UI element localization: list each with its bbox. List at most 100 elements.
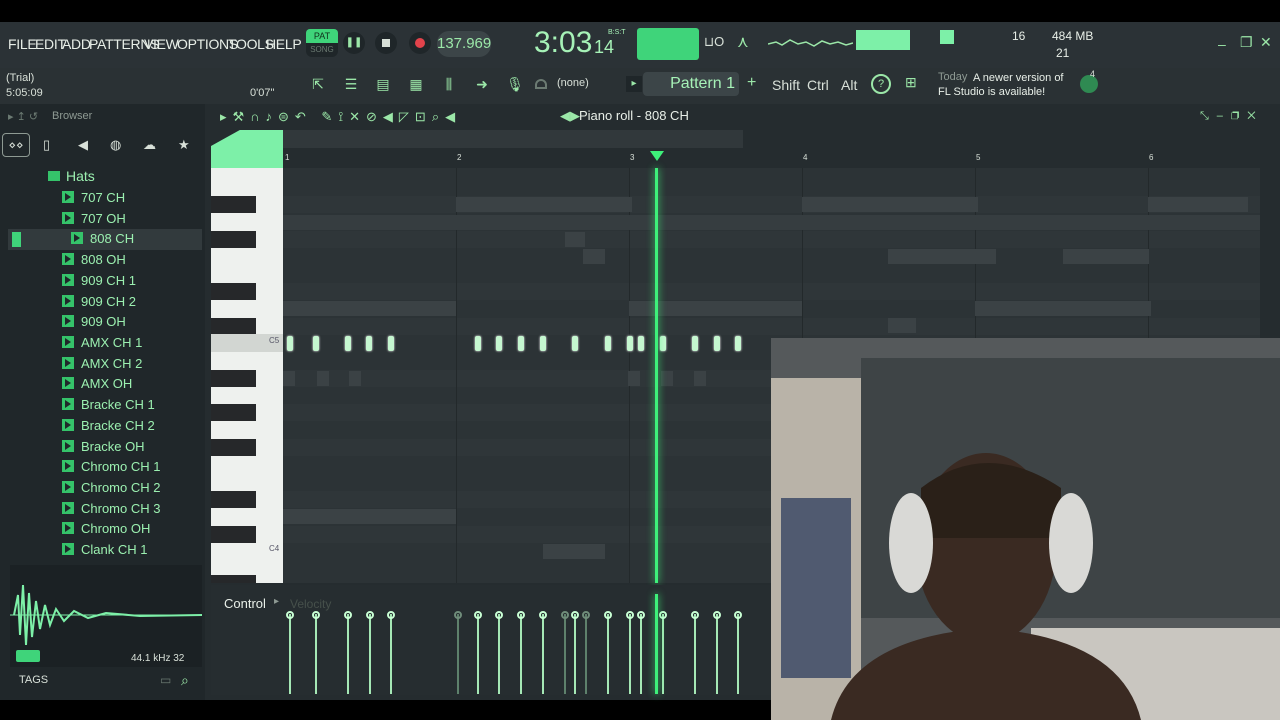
note[interactable] — [388, 336, 394, 351]
browser-files-icon[interactable]: ▯ — [43, 137, 50, 153]
browser-all-icon[interactable]: ⋄⋄ — [2, 133, 30, 157]
velocity-bar[interactable] — [454, 611, 462, 694]
piano-roll-title[interactable]: Piano roll - 808 CH — [579, 108, 689, 123]
metronome-icon[interactable]: ⋏ — [737, 32, 749, 52]
velocity-bar[interactable] — [366, 611, 374, 694]
note[interactable] — [540, 336, 546, 351]
plugin-picker-icon[interactable]: ➜ — [470, 72, 494, 96]
velocity-bar[interactable] — [571, 611, 579, 694]
pattern-arrow-icon[interactable]: ▸ — [626, 76, 642, 92]
note[interactable] — [572, 336, 578, 351]
velocity-bar[interactable] — [312, 611, 320, 694]
browser-item[interactable]: AMX CH 2 — [62, 356, 142, 376]
timeline-ruler[interactable] — [283, 150, 1260, 168]
velocity-bar[interactable] — [495, 611, 503, 694]
velocity-bar[interactable] — [387, 611, 395, 694]
pattern-selector[interactable]: Pattern 1 — [643, 72, 739, 96]
note[interactable] — [313, 336, 319, 351]
black-key[interactable] — [211, 491, 256, 508]
velocity-bar[interactable] — [517, 611, 525, 694]
velocity-bar[interactable] — [713, 611, 721, 694]
browser-cloud-icon[interactable]: ☁ — [143, 137, 156, 153]
note[interactable] — [366, 336, 372, 351]
browser-item-selected[interactable]: 808 CH — [71, 231, 134, 251]
note[interactable] — [692, 336, 698, 351]
browser-item[interactable]: 707 CH — [62, 190, 125, 210]
menu-help[interactable]: HELP — [266, 36, 302, 52]
velocity-bar[interactable] — [691, 611, 699, 694]
preview-play-icon[interactable] — [16, 650, 40, 662]
velocity-bar[interactable] — [539, 611, 547, 694]
maximize-icon[interactable]: ❐ — [1240, 34, 1253, 51]
velocity-bar[interactable] — [626, 611, 634, 694]
menu-add[interactable]: ADD — [62, 36, 91, 52]
loop-record-icon[interactable]: ⊔O — [704, 34, 724, 50]
note[interactable] — [287, 336, 293, 351]
black-key[interactable] — [211, 196, 256, 213]
note[interactable] — [345, 336, 351, 351]
browser-item[interactable]: 909 OH — [62, 314, 126, 334]
stop-button[interactable] — [375, 32, 397, 54]
playhead-marker-icon[interactable] — [650, 151, 664, 161]
browser-item[interactable]: Bracke CH 2 — [62, 418, 155, 438]
browser-item[interactable]: Chromo OH — [62, 521, 150, 541]
piano-roll-window-controls[interactable]: ⤡–❐✕ — [1200, 110, 1264, 123]
tags-label[interactable]: TAGS — [19, 674, 48, 686]
news-message[interactable]: A newer version of FL Studio is availabl… — [938, 71, 1070, 99]
menu-file[interactable]: FILE — [8, 36, 37, 52]
velocity-bar[interactable] — [582, 611, 590, 694]
cart-icon[interactable]: ⊞ — [905, 74, 917, 91]
ctrl-key[interactable]: Ctrl — [807, 77, 829, 93]
piano-roll-icon[interactable]: ▤ — [371, 72, 395, 96]
black-key[interactable] — [211, 575, 256, 583]
black-key[interactable] — [211, 318, 256, 335]
black-key[interactable] — [211, 283, 256, 300]
shift-key[interactable]: Shift — [772, 77, 800, 93]
note[interactable] — [638, 336, 644, 351]
search-icon[interactable]: ⌕ — [181, 672, 189, 689]
browser-item[interactable]: 909 CH 2 — [62, 294, 136, 314]
velocity-bar[interactable] — [734, 611, 742, 694]
pattern-overview[interactable] — [283, 130, 743, 148]
black-key[interactable] — [211, 231, 256, 248]
typing-keyboard-toggle[interactable] — [637, 28, 699, 60]
velocity-bar[interactable] — [637, 611, 645, 694]
note[interactable] — [735, 336, 741, 351]
browser-item[interactable]: Chromo CH 3 — [62, 501, 160, 521]
browser-item[interactable]: Bracke OH — [62, 439, 145, 459]
browser-item[interactable]: Bracke CH 1 — [62, 397, 155, 417]
note[interactable] — [627, 336, 633, 351]
record-button[interactable] — [409, 32, 431, 54]
folder-hats[interactable]: Hats — [48, 168, 95, 188]
browser-item[interactable]: 808 OH — [62, 252, 126, 272]
add-pattern-icon[interactable]: + — [747, 74, 756, 92]
menu-view[interactable]: VIEW — [144, 36, 179, 52]
browser-item[interactable]: Chromo CH 2 — [62, 480, 160, 500]
pat-song-toggle[interactable]: PAT SONG — [306, 29, 338, 57]
alt-key[interactable]: Alt — [841, 77, 857, 93]
browser-item[interactable]: 707 OH — [62, 211, 126, 231]
black-key[interactable] — [211, 404, 256, 421]
browser-item[interactable]: AMX CH 1 — [62, 335, 142, 355]
velocity-bar[interactable] — [659, 611, 667, 694]
browser-item[interactable]: 909 CH 1 — [62, 273, 136, 293]
browser-item[interactable]: AMX OH — [62, 376, 132, 396]
browser-plugin-icon[interactable]: ◍ — [110, 137, 121, 153]
news-globe-icon[interactable] — [1080, 75, 1098, 93]
mixer-icon[interactable]: ⫼ — [437, 72, 461, 96]
piano-roll-tools[interactable]: ▸⚒∩♪⊜↶ ✎⟟✕⊘◀◸⊡⌕◀ — [220, 109, 461, 125]
black-key[interactable] — [211, 526, 256, 543]
note[interactable] — [660, 336, 666, 351]
note[interactable] — [714, 336, 720, 351]
note[interactable] — [496, 336, 502, 351]
note[interactable] — [475, 336, 481, 351]
browser-item[interactable]: Clank CH 1 — [62, 542, 147, 562]
pause-button[interactable]: ❚❚ — [343, 32, 365, 54]
velocity-bar[interactable] — [344, 611, 352, 694]
snap-icon[interactable]: ⇱ — [306, 72, 330, 96]
tag-folder-icon[interactable]: ▭ — [160, 673, 171, 687]
browser-item[interactable]: Chromo CH 1 — [62, 459, 160, 479]
browser-star-icon[interactable]: ★ — [178, 137, 190, 153]
tempo-display[interactable]: 137.969 — [437, 31, 491, 57]
velocity-bar[interactable] — [286, 611, 294, 694]
